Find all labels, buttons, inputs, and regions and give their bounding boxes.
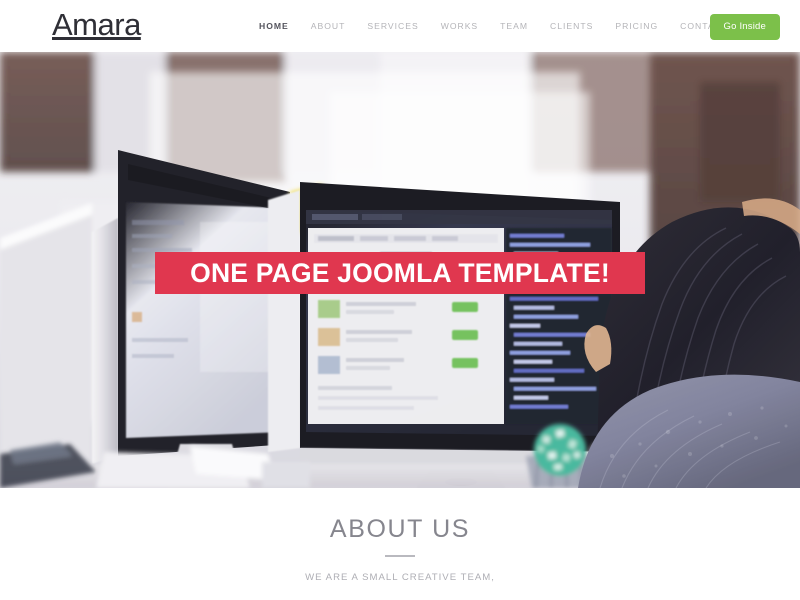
site-header: Amara HOME ABOUT SERVICES WORKS TEAM CLI… xyxy=(0,0,800,52)
hero-banner-text: ONE PAGE JOOMLA TEMPLATE! xyxy=(190,257,610,288)
about-section: ABOUT US WE ARE A SMALL CREATIVE TEAM, xyxy=(0,488,800,600)
nav-item-services[interactable]: SERVICES xyxy=(356,21,429,31)
site-logo[interactable]: Amara xyxy=(52,8,141,42)
hero-section: ONE PAGE JOOMLA TEMPLATE! xyxy=(0,52,800,488)
main-navigation: HOME ABOUT SERVICES WORKS TEAM CLIENTS P… xyxy=(248,21,739,31)
nav-item-team[interactable]: TEAM xyxy=(489,21,539,31)
hero-banner: ONE PAGE JOOMLA TEMPLATE! xyxy=(155,252,645,294)
nav-item-home[interactable]: HOME xyxy=(248,21,300,31)
about-subtitle: WE ARE A SMALL CREATIVE TEAM, xyxy=(305,572,495,583)
nav-item-about[interactable]: ABOUT xyxy=(300,21,357,31)
nav-item-clients[interactable]: CLIENTS xyxy=(539,21,604,31)
go-inside-button[interactable]: Go Inside xyxy=(709,14,780,40)
about-divider xyxy=(385,555,415,557)
about-title: ABOUT US xyxy=(329,515,471,543)
nav-item-pricing[interactable]: PRICING xyxy=(604,21,669,31)
nav-item-works[interactable]: WORKS xyxy=(430,21,489,31)
